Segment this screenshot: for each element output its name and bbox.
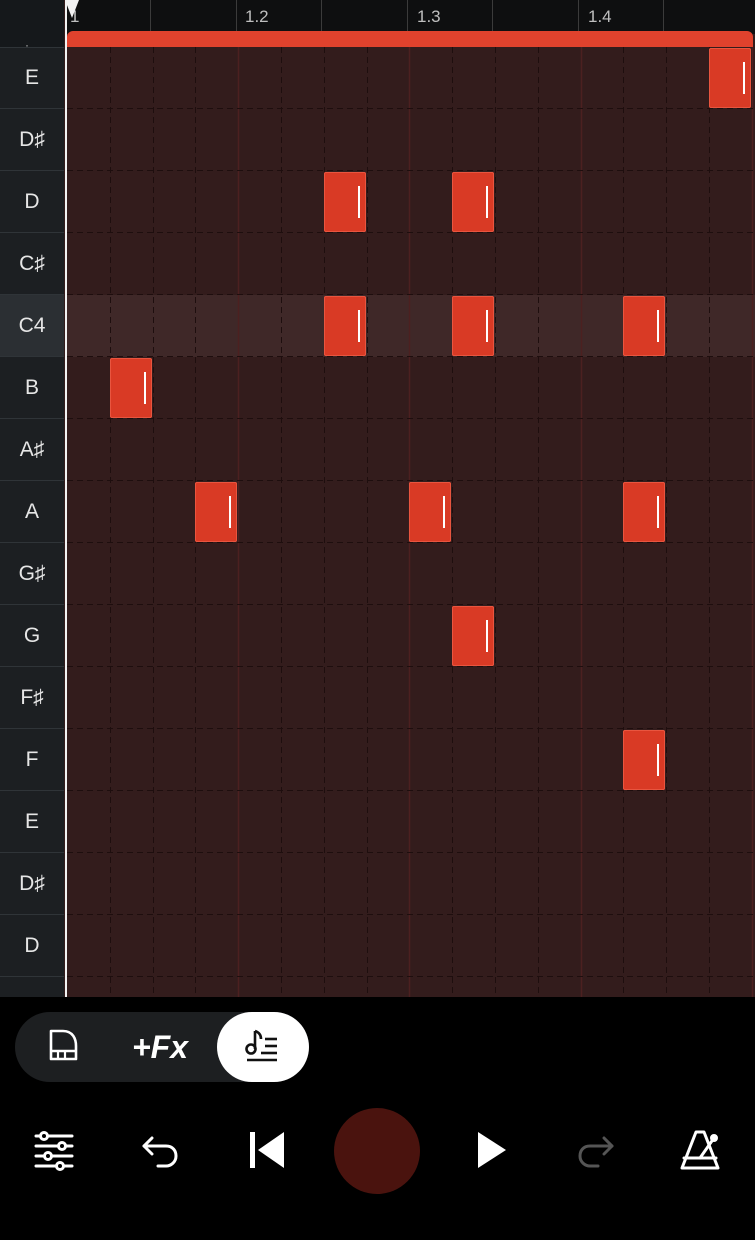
piano-key[interactable]: D♯ <box>0 109 64 171</box>
notes-mode-button[interactable] <box>217 1012 309 1082</box>
piano-key[interactable]: C♯ <box>0 233 64 295</box>
play-icon <box>468 1128 512 1177</box>
mixer-sliders-icon <box>32 1128 76 1177</box>
piano-key[interactable]: D <box>0 171 64 233</box>
key-partial-row: · <box>0 0 64 52</box>
midi-note[interactable] <box>452 172 494 232</box>
undo-button[interactable] <box>134 1126 186 1178</box>
midi-note[interactable] <box>623 296 665 356</box>
piano-key[interactable]: F♯ <box>0 667 64 729</box>
midi-note[interactable] <box>409 482 451 542</box>
piano-key[interactable]: D♯ <box>0 853 64 915</box>
piano-key[interactable]: F <box>0 729 64 791</box>
midi-note[interactable] <box>324 296 366 356</box>
piano-key[interactable]: C4 <box>0 295 64 357</box>
piano-keys-column: · E D♯ D C♯ C4 B A♯ A G♯ G F♯ F E D♯ D <box>0 0 64 997</box>
loop-region-bar[interactable] <box>67 31 753 47</box>
piano-key[interactable]: E <box>0 47 64 109</box>
piano-key[interactable]: A <box>0 481 64 543</box>
transport-bar <box>0 1100 755 1210</box>
mixer-button[interactable] <box>28 1126 80 1178</box>
piano-key[interactable]: E <box>0 791 64 853</box>
redo-button[interactable] <box>570 1126 622 1178</box>
midi-note[interactable] <box>195 482 237 542</box>
piano-key[interactable]: G♯ <box>0 543 64 605</box>
midi-note[interactable] <box>324 172 366 232</box>
metronome-icon <box>678 1128 722 1177</box>
undo-icon <box>138 1128 182 1177</box>
midi-note[interactable] <box>623 730 665 790</box>
playhead-handle[interactable] <box>65 0 79 18</box>
midi-note[interactable] <box>709 48 751 108</box>
play-button[interactable] <box>464 1126 516 1178</box>
metronome-button[interactable] <box>674 1126 726 1178</box>
note-list-icon <box>243 1027 283 1068</box>
record-button[interactable] <box>334 1108 420 1194</box>
ruler-label-1-4: 1.4 <box>588 7 612 26</box>
piano-key[interactable]: G <box>0 605 64 667</box>
midi-note[interactable] <box>452 606 494 666</box>
piano-key[interactable]: B <box>0 357 64 419</box>
piano-icon <box>45 1027 81 1068</box>
mode-switcher: +Fx <box>15 1012 309 1082</box>
skip-to-start-icon <box>244 1128 288 1177</box>
skip-to-start-button[interactable] <box>240 1126 292 1178</box>
ruler-label-1-3: 1.3 <box>417 7 441 26</box>
note-grid[interactable] <box>67 47 755 997</box>
midi-note[interactable] <box>110 358 152 418</box>
piano-mode-button[interactable] <box>35 1012 91 1082</box>
ruler-label-1-2: 1.2 <box>245 7 269 26</box>
playhead-line[interactable] <box>65 0 67 997</box>
piano-roll-editor: · E D♯ D C♯ C4 B A♯ A G♯ G F♯ F E D♯ D 1 1.2 1.3 1.4 <box>0 0 755 997</box>
redo-icon <box>574 1128 618 1177</box>
midi-note[interactable] <box>623 482 665 542</box>
piano-key[interactable]: D <box>0 915 64 977</box>
fx-mode-button[interactable]: +Fx <box>119 1012 201 1082</box>
timeline-ruler[interactable]: 1 1.2 1.3 1.4 <box>67 0 755 34</box>
fx-label: +Fx <box>131 1028 189 1065</box>
piano-key[interactable]: A♯ <box>0 419 64 481</box>
midi-note[interactable] <box>452 296 494 356</box>
